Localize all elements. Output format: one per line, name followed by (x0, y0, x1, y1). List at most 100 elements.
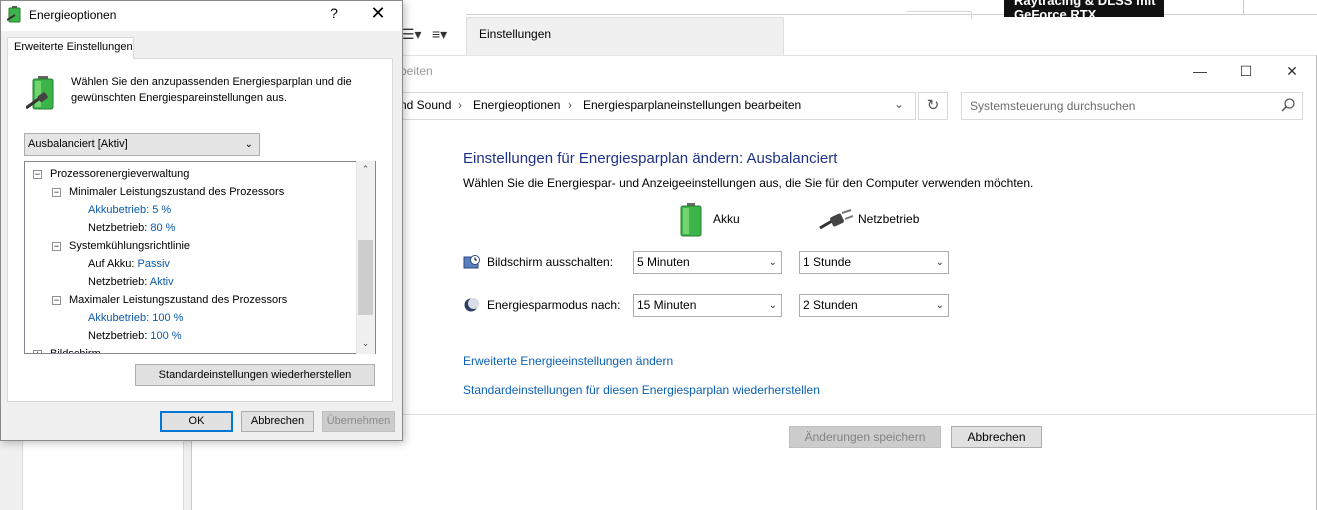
tree-setting-key: Auf Akku: (88, 258, 138, 270)
tree-row[interactable]: − Prozessorenergieverwaltung (25, 165, 355, 183)
tree-row[interactable]: − Minimaler Leistungszustand des Prozesso… (25, 183, 355, 201)
help-icon[interactable]: ? (320, 5, 348, 25)
page-subtitle: Wählen Sie die Energiespar- und Anzeigee… (463, 176, 1034, 190)
tree-row[interactable]: Netzbetrieb: Aktiv (25, 273, 355, 291)
column-battery-label: Akku (713, 212, 740, 226)
chevron-down-icon: ⌄ (935, 300, 944, 311)
apply-button[interactable]: Übernehmen (322, 411, 395, 432)
tree-setting-value[interactable]: 5 % (152, 204, 171, 216)
display-off-plugged-select[interactable]: 1 Stunde ⌄ (799, 251, 949, 274)
collapse-icon[interactable]: − (52, 242, 61, 251)
close-icon[interactable]: ✕ (364, 3, 392, 27)
cancel-button[interactable]: Abbrechen (951, 426, 1042, 448)
tree-row[interactable]: − Maximaler Leistungszustand des Prozesso… (25, 291, 355, 309)
tree-node-label: Systemkühlungsrichtlinie (69, 240, 191, 252)
tree-row[interactable]: Akkubetrieb: 5 % (25, 201, 355, 219)
power-options-icon (6, 6, 23, 24)
collapse-icon[interactable]: − (52, 188, 61, 197)
tree-setting: Netzbetrieb: Aktiv (88, 276, 174, 288)
battery-icon (680, 203, 702, 237)
chevron-down-icon[interactable]: ⌄ (358, 338, 373, 349)
column-plugged-label: Netzbetrieb (858, 212, 920, 226)
tree-setting-key: Netzbetrieb: (88, 276, 150, 288)
tree-setting: Netzbetrieb: 80 % (88, 222, 175, 234)
dialog-cancel-button[interactable]: Abbrechen (241, 411, 314, 432)
chevron-up-icon[interactable]: ⌃ (358, 164, 373, 175)
background-line (1243, 0, 1244, 14)
tab-advanced-settings[interactable]: Erweiterte Einstellungen (7, 37, 134, 59)
sleep-battery-select[interactable]: 15 Minuten ⌄ (633, 294, 782, 317)
sleep-label: Energiesparmodus nach: (487, 298, 621, 312)
advanced-settings-link[interactable]: Erweiterte Energieeinstellungen ändern (463, 354, 673, 368)
background-line (466, 14, 1317, 15)
chevron-down-icon[interactable]: ⌄ (890, 97, 908, 115)
power-plan-icon (25, 76, 62, 112)
tree-node-label: Prozessorenergieverwaltung (50, 168, 190, 180)
scrollbar-thumb[interactable] (358, 240, 373, 315)
tree-setting-key: Akkubetrieb: (88, 204, 153, 216)
plug-icon (818, 209, 854, 231)
maximize-button[interactable]: ☐ (1223, 60, 1269, 82)
page-title: Einstellungen für Energiesparplan ändern… (463, 150, 838, 167)
breadcrumb-energieoptionen[interactable]: Energieoptionen (473, 98, 560, 112)
collapse-icon[interactable]: − (52, 296, 61, 305)
tab-label: Einstellungen (479, 27, 552, 41)
divider (400, 414, 1316, 415)
tree-setting: Akkubetrieb: 100 % (88, 312, 183, 324)
tree-setting-key: Netzbetrieb: (88, 222, 151, 234)
tree-setting-key: Netzbetrieb: (88, 330, 151, 342)
chevron-down-icon: ⌄ (768, 300, 777, 311)
tree-setting-value[interactable]: 100 % (150, 330, 181, 342)
tree-node-label: Minimaler Leistungszustand des Prozessor… (69, 186, 285, 198)
moon-icon (463, 297, 481, 315)
ok-button[interactable]: OK (160, 411, 233, 432)
display-off-battery-select[interactable]: 5 Minuten ⌄ (633, 251, 782, 274)
tree-row[interactable]: Akkubetrieb: 100 % (25, 309, 355, 327)
breadcrumb-separator-icon[interactable]: › (458, 98, 462, 112)
tree-node-label: Bildschirm (50, 348, 101, 354)
display-timer-icon (463, 254, 481, 272)
tree-row[interactable]: Netzbetrieb: 80 % (25, 219, 355, 237)
tree-setting-value[interactable]: 100 % (152, 312, 183, 324)
display-off-label: Bildschirm ausschalten: (487, 255, 614, 269)
tree-row[interactable]: + Bildschirm (25, 345, 355, 354)
dialog-title: Energieoptionen (29, 8, 117, 22)
sleep-plugged-select[interactable]: 2 Stunden ⌄ (799, 294, 949, 317)
tree-setting-key: Akkubetrieb: (88, 312, 153, 324)
restore-defaults-link[interactable]: Standardeinstellungen für diesen Energie… (463, 383, 820, 397)
tree-row[interactable]: Netzbetrieb: 100 % (25, 327, 355, 345)
breadcrumb-separator-icon[interactable]: › (568, 98, 572, 112)
search-icon[interactable] (1280, 97, 1296, 113)
search-placeholder: Systemsteuerung durchsuchen (970, 99, 1136, 113)
tree-setting: Auf Akku: Passiv (88, 258, 170, 270)
expand-icon[interactable]: + (33, 350, 42, 353)
refresh-icon[interactable]: ↻ (918, 92, 948, 120)
background-panel (22, 430, 184, 510)
dialog-description: Wählen Sie den anzupassenden Energiespar… (71, 76, 352, 104)
tree-setting-value[interactable]: Aktiv (150, 276, 174, 288)
close-button[interactable]: ✕ (1269, 60, 1315, 82)
tree-setting-value[interactable]: 80 % (150, 222, 175, 234)
save-changes-button[interactable]: Änderungen speichern (789, 426, 941, 448)
minimize-button[interactable]: — (1177, 60, 1223, 82)
chevron-down-icon: ⌄ (935, 257, 944, 268)
collapse-icon[interactable]: − (33, 170, 42, 179)
window-title: beiten (400, 64, 433, 78)
power-plan-select[interactable]: Ausbalanciert [Aktiv] ⌄ (24, 133, 260, 156)
restore-defaults-button[interactable]: Standardeinstellungen wiederherstellen (135, 364, 375, 386)
chevron-down-icon: ⌄ (768, 257, 777, 268)
settings-tree[interactable]: − Prozessorenergieverwaltung − Minimaler Le… (24, 161, 376, 354)
chevron-down-icon: ⌄ (244, 139, 253, 150)
tree-row[interactable]: − Systemkühlungsrichtlinie (25, 237, 355, 255)
breadcrumb-sound[interactable]: nd Sound (400, 98, 451, 112)
tree-setting: Akkubetrieb: 5 % (88, 204, 171, 216)
list-view-icon[interactable]: ☰▾ (402, 27, 424, 41)
ad-banner[interactable]: Raytracing & DLSS mit GeForce RTX (1004, 0, 1164, 17)
tree-setting-value[interactable]: Passiv (138, 258, 170, 270)
tree-setting: Netzbetrieb: 100 % (88, 330, 182, 342)
breadcrumb-current[interactable]: Energiesparplaneinstellungen bearbeiten (583, 98, 801, 112)
tree-node-label: Maximaler Leistungszustand des Prozessor… (69, 294, 288, 306)
background-search-fragment (906, 11, 972, 19)
tree-row[interactable]: Auf Akku: Passiv (25, 255, 355, 273)
align-icon[interactable]: ≡▾ (432, 27, 458, 41)
